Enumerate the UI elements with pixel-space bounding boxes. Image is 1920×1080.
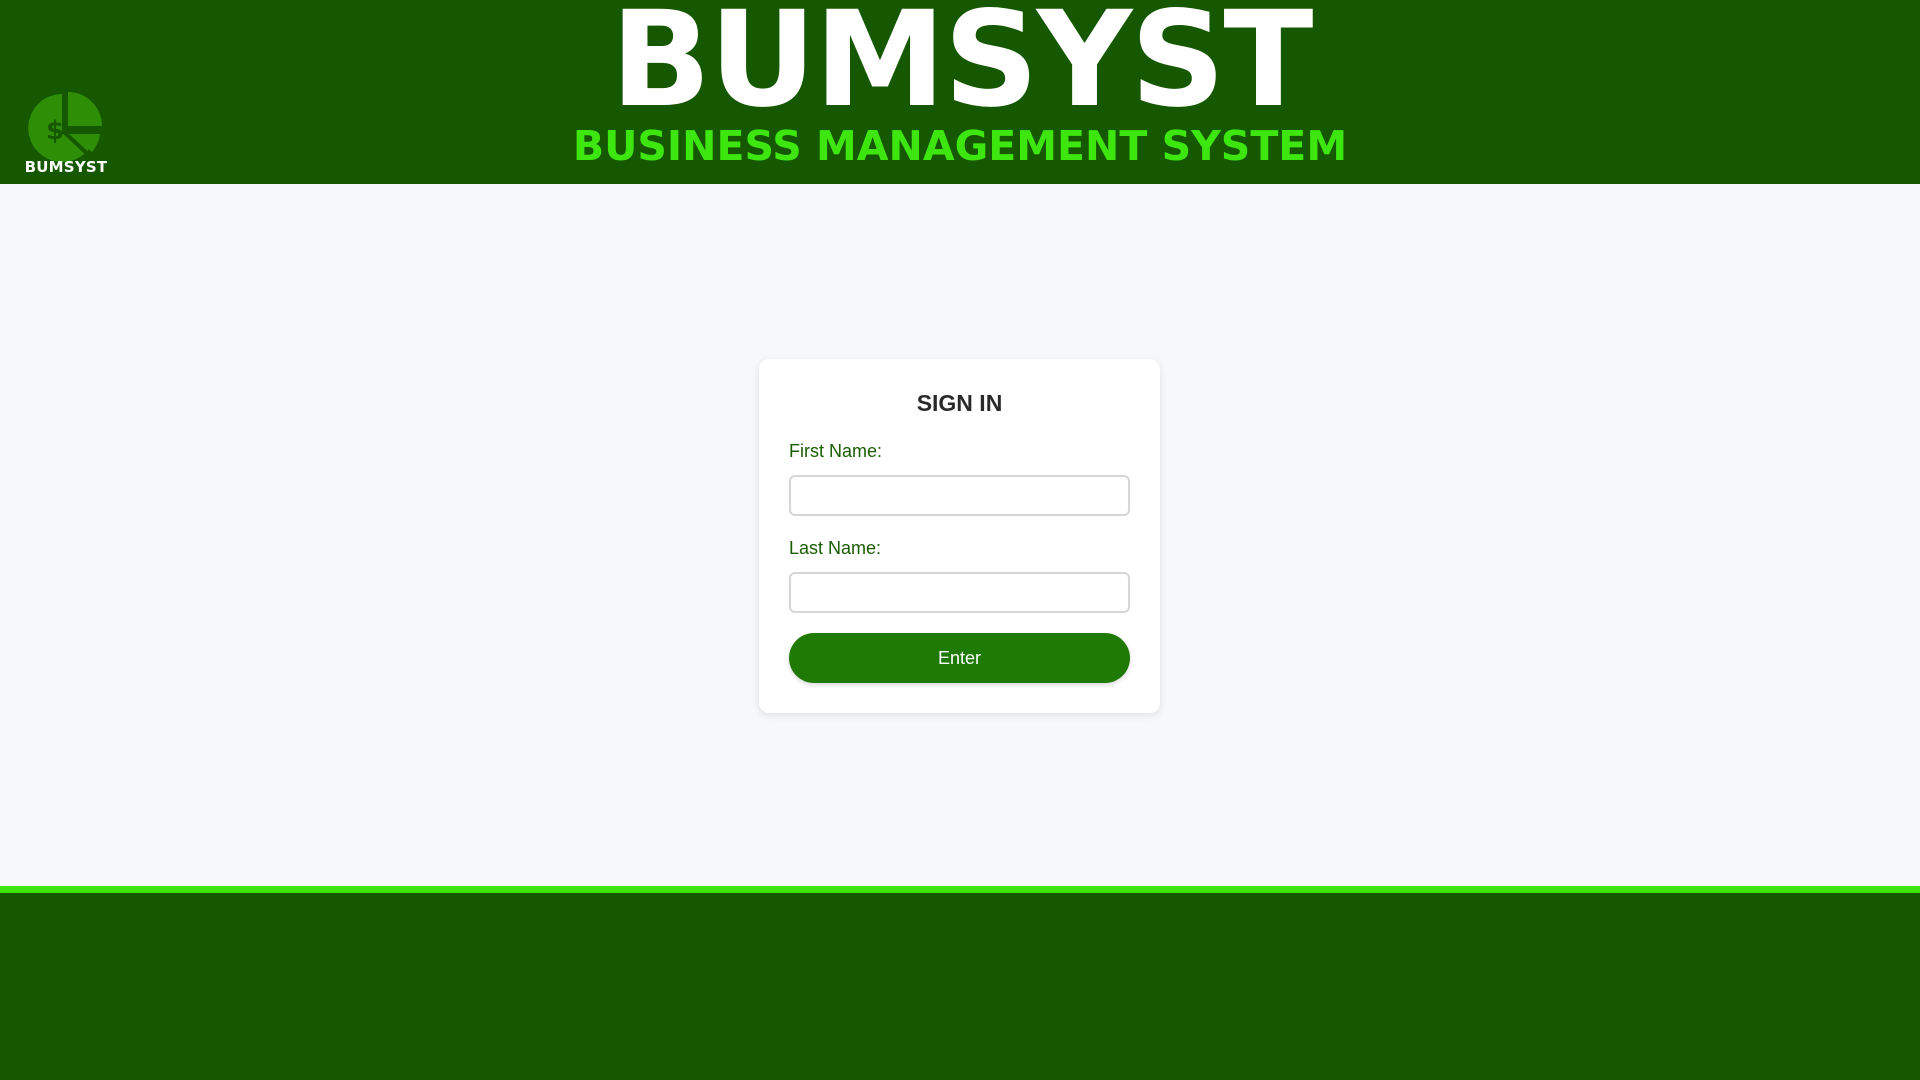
- last-name-input[interactable]: [789, 572, 1130, 613]
- footer: [0, 893, 1920, 1080]
- footer-accent-line: [0, 886, 1920, 893]
- signin-card: SIGN IN First Name: Last Name: Enter: [759, 359, 1160, 713]
- first-name-label: First Name:: [789, 441, 883, 461]
- first-name-input[interactable]: [789, 475, 1130, 516]
- page-subtitle: BUSINESS MANAGEMENT SYSTEM: [572, 122, 1348, 170]
- page-title: BUMSYST: [610, 0, 1314, 137]
- enter-button[interactable]: Enter: [789, 633, 1130, 683]
- header: $ BUMSYST BUMSYST BUSINESS MANAGEMENT SY…: [0, 0, 1920, 184]
- signin-title: SIGN IN: [916, 390, 1003, 416]
- last-name-label: Last Name:: [789, 538, 882, 558]
